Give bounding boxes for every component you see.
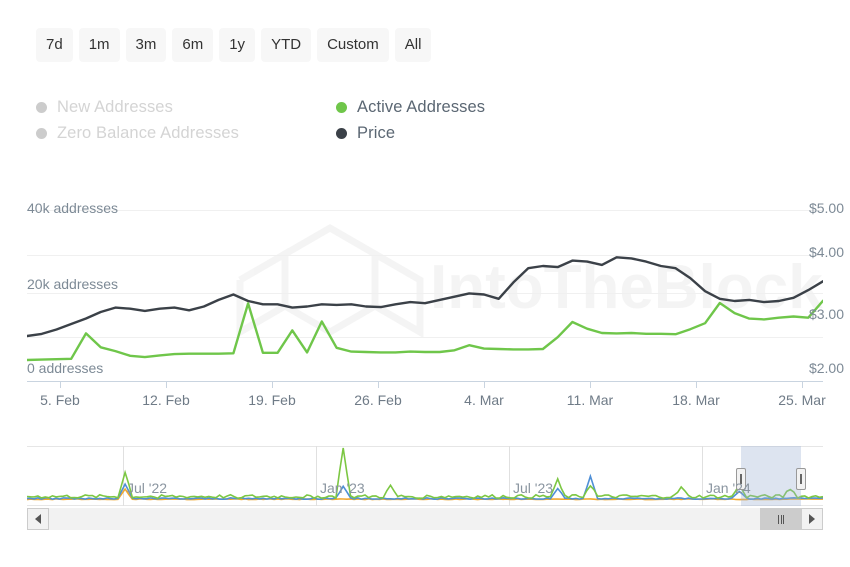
x-tick-label: 19. Feb bbox=[248, 392, 296, 408]
chart-legend: New Addresses Active Addresses Zero Bala… bbox=[36, 94, 556, 146]
x-axis: 5. Feb 12. Feb 19. Feb 26. Feb 4. Mar 11… bbox=[0, 382, 850, 412]
left-axis-tick-20k: 20k addresses bbox=[27, 276, 119, 292]
intotheblock-watermark: IntoTheBlock bbox=[236, 223, 823, 339]
x-tick-label: 11. Mar bbox=[566, 392, 614, 408]
x-tick-label: 12. Feb bbox=[142, 392, 190, 408]
chevron-left-icon bbox=[35, 514, 41, 524]
left-axis-tick-40k: 40k addresses bbox=[27, 200, 119, 216]
chart-widget: 7d 1m 3m 6m 1y YTD Custom All New Addres… bbox=[0, 0, 850, 567]
range-button-6m[interactable]: 6m bbox=[172, 28, 214, 62]
legend-item-new-addresses[interactable]: New Addresses bbox=[36, 98, 336, 117]
range-button-ytd[interactable]: YTD bbox=[261, 28, 312, 62]
right-axis-tick-4: $4.00 bbox=[808, 244, 844, 260]
right-axis-tick-3: $3.00 bbox=[808, 306, 844, 322]
left-axis-tick-0: 0 addresses bbox=[27, 360, 104, 376]
x-tick-label: 26. Feb bbox=[354, 392, 402, 408]
right-axis-tick-2: $2.00 bbox=[808, 360, 844, 376]
legend-dot-icon bbox=[336, 127, 347, 139]
gridlines bbox=[27, 210, 823, 338]
scrollbar-thumb[interactable] bbox=[760, 508, 801, 530]
legend-dot-icon bbox=[336, 101, 347, 113]
svg-text:IntoTheBlock: IntoTheBlock bbox=[430, 253, 823, 322]
price-and-addresses-line-chart: IntoTheBlock bbox=[27, 210, 823, 382]
scroll-left-button[interactable] bbox=[27, 508, 49, 530]
x-axis-ticks bbox=[60, 382, 803, 388]
legend-label: New Addresses bbox=[57, 97, 173, 116]
legend-label: Price bbox=[357, 123, 396, 142]
legend-item-price[interactable]: Price bbox=[336, 124, 636, 143]
range-selector: 7d 1m 3m 6m 1y YTD Custom All bbox=[36, 28, 432, 62]
legend-label: Active Addresses bbox=[357, 97, 486, 116]
x-tick-label: 4. Mar bbox=[464, 392, 504, 408]
navigator-label: Jul '23 bbox=[513, 480, 554, 496]
navigator-scrollbar[interactable] bbox=[27, 508, 823, 530]
range-button-1m[interactable]: 1m bbox=[78, 28, 120, 62]
grip-icon bbox=[777, 514, 784, 524]
x-tick-label: 25. Mar bbox=[778, 392, 826, 408]
scrollbar-track[interactable] bbox=[49, 508, 801, 530]
chevron-right-icon bbox=[809, 514, 815, 524]
main-plot-area[interactable]: IntoTheBlock 40k addresses 20k addresses… bbox=[0, 196, 850, 382]
range-button-custom[interactable]: Custom bbox=[317, 28, 389, 62]
legend-dot-icon bbox=[36, 127, 47, 139]
legend-item-active-addresses[interactable]: Active Addresses bbox=[336, 98, 636, 117]
navigator-label: Jul '22 bbox=[127, 480, 168, 496]
range-button-3m[interactable]: 3m bbox=[125, 28, 167, 62]
scroll-right-button[interactable] bbox=[801, 508, 823, 530]
range-button-7d[interactable]: 7d bbox=[36, 28, 73, 62]
x-tick-label: 5. Feb bbox=[40, 392, 80, 408]
range-button-1y[interactable]: 1y bbox=[219, 28, 256, 62]
x-tick-label: 18. Mar bbox=[672, 392, 720, 408]
legend-label: Zero Balance Addresses bbox=[57, 123, 239, 142]
navigator[interactable]: Jul '22 Jan '23 Jul '23 Jan '24 bbox=[26, 444, 824, 506]
legend-dot-icon bbox=[36, 101, 47, 113]
navigator-chart bbox=[26, 446, 824, 506]
range-button-all[interactable]: All bbox=[394, 28, 432, 62]
right-axis-tick-5: $5.00 bbox=[808, 200, 844, 216]
navigator-label: Jan '23 bbox=[320, 480, 365, 496]
navigator-label: Jan '24 bbox=[706, 480, 751, 496]
navigator-handle-right[interactable] bbox=[796, 468, 806, 490]
legend-item-zero-balance-addresses[interactable]: Zero Balance Addresses bbox=[36, 124, 336, 143]
